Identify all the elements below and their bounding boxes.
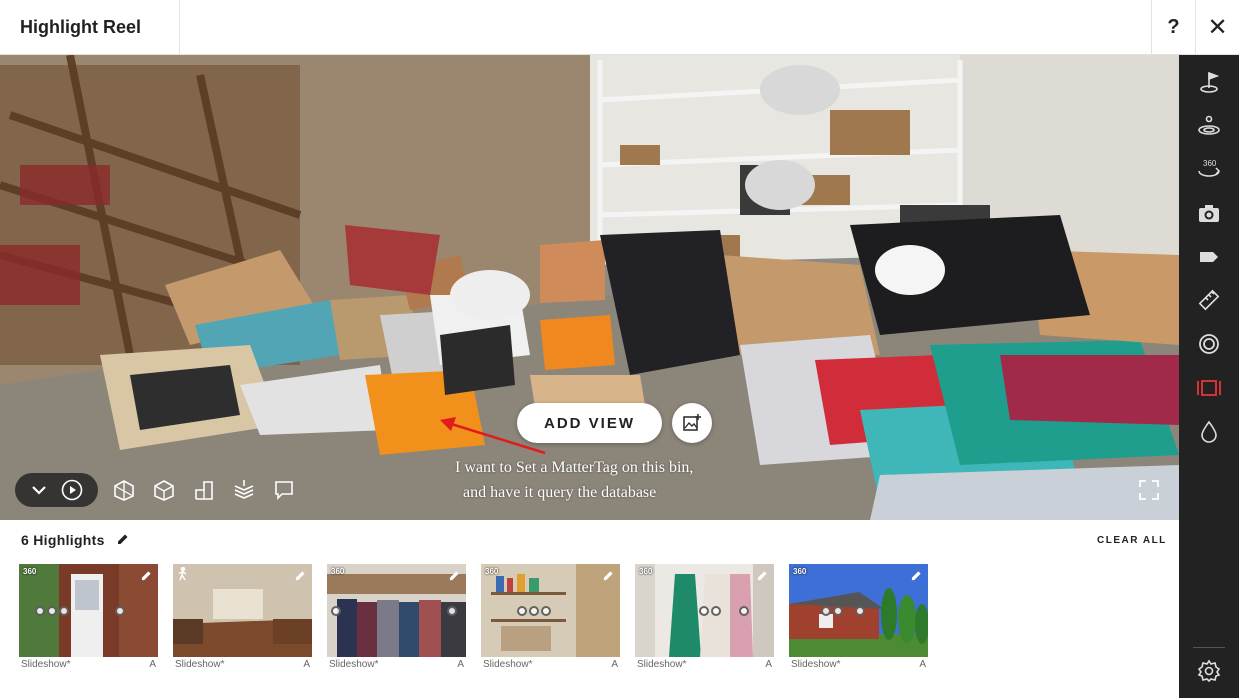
annotation-text: I want to Set a MatterTag on this bin, a… bbox=[455, 455, 755, 505]
360-badge-icon: 360 bbox=[23, 567, 37, 576]
edit-pencil-icon[interactable] bbox=[295, 568, 306, 586]
highlights-count: 6 Highlights bbox=[21, 532, 105, 548]
header-bar: Highlight Reel ? ✕ bbox=[0, 0, 1239, 55]
360-badge-icon: 360 bbox=[793, 567, 807, 576]
focus-icon[interactable] bbox=[1179, 323, 1239, 365]
highlight-tag: A bbox=[919, 659, 926, 670]
help-button[interactable]: ? bbox=[1151, 0, 1195, 54]
play-icon[interactable] bbox=[61, 479, 83, 501]
playback-controls bbox=[15, 473, 98, 507]
dollhouse-icon[interactable] bbox=[113, 479, 135, 501]
highlight-tag: A bbox=[149, 659, 156, 670]
toolbar-divider bbox=[1193, 647, 1225, 648]
measure-icon[interactable] bbox=[1179, 279, 1239, 321]
highlight-tag: A bbox=[457, 659, 464, 670]
highlight-item[interactable]: 360 Slideshow* A bbox=[635, 564, 774, 678]
highlight-item[interactable]: 360 Slideshow* A bbox=[789, 564, 928, 678]
page-title: Highlight Reel bbox=[0, 0, 180, 54]
comment-icon[interactable] bbox=[273, 479, 295, 501]
highlight-caption: Slideshow* bbox=[21, 659, 71, 670]
add-photo-button[interactable] bbox=[672, 403, 712, 443]
highlight-tag: A bbox=[765, 659, 772, 670]
drop-icon[interactable] bbox=[1179, 411, 1239, 453]
view-icon[interactable] bbox=[1179, 104, 1239, 146]
edit-pencil-icon[interactable] bbox=[603, 568, 614, 586]
highlight-item[interactable]: 360 Slideshow* A bbox=[19, 564, 158, 678]
edit-pencil-icon[interactable] bbox=[911, 568, 922, 586]
highlight-thumbnail bbox=[789, 564, 928, 657]
360-view-icon[interactable]: 360 bbox=[1179, 148, 1239, 190]
highlight-tag: A bbox=[303, 659, 310, 670]
edit-pencil-icon[interactable] bbox=[757, 568, 768, 586]
highlight-caption: Slideshow* bbox=[791, 659, 841, 670]
pencil-icon[interactable] bbox=[117, 532, 129, 548]
floors-icon[interactable] bbox=[233, 479, 255, 501]
360-badge-icon: 360 bbox=[485, 567, 499, 576]
360-badge-icon: 360 bbox=[639, 567, 653, 576]
highlight-thumbnail bbox=[173, 564, 312, 657]
highlight-item[interactable]: 360 Slideshow* A bbox=[327, 564, 466, 678]
3d-viewer[interactable]: ADD VIEW I want to Set a MatterTag on th… bbox=[0, 55, 1179, 520]
floorplan-icon[interactable] bbox=[193, 479, 215, 501]
highlight-caption: Slideshow* bbox=[637, 659, 687, 670]
highlight-item[interactable]: 360 Slideshow* A bbox=[481, 564, 620, 678]
highlight-caption: Slideshow* bbox=[483, 659, 533, 670]
highlight-caption: Slideshow* bbox=[329, 659, 379, 670]
settings-icon[interactable] bbox=[1179, 650, 1239, 692]
highlight-item[interactable]: Slideshow* A bbox=[173, 564, 312, 678]
edit-pencil-icon[interactable] bbox=[141, 568, 152, 586]
walk-badge-icon bbox=[177, 566, 189, 583]
highlight-caption: Slideshow* bbox=[175, 659, 225, 670]
highlight-thumbnail bbox=[635, 564, 774, 657]
add-view-button[interactable]: ADD VIEW bbox=[517, 403, 662, 443]
360-badge-icon: 360 bbox=[331, 567, 345, 576]
fullscreen-icon[interactable] bbox=[1138, 479, 1160, 506]
highlight-thumbnail bbox=[19, 564, 158, 657]
scene-image bbox=[0, 55, 1179, 520]
close-button[interactable]: ✕ bbox=[1195, 0, 1239, 54]
right-toolbar: 360 bbox=[1179, 55, 1239, 698]
mattertag-icon[interactable] bbox=[1179, 61, 1239, 103]
camera-icon[interactable] bbox=[1179, 192, 1239, 234]
chevron-down-icon[interactable] bbox=[30, 481, 48, 499]
highlights-header: 6 Highlights bbox=[21, 532, 129, 548]
tag-icon[interactable] bbox=[1179, 236, 1239, 278]
edit-pencil-icon[interactable] bbox=[449, 568, 460, 586]
svg-text:360: 360 bbox=[1203, 159, 1217, 168]
highlight-thumbnail bbox=[327, 564, 466, 657]
highlight-thumbnail bbox=[481, 564, 620, 657]
clear-all-button[interactable]: CLEAR ALL bbox=[1097, 535, 1167, 546]
annotation-line-2: and have it query the database bbox=[463, 484, 657, 501]
add-image-icon bbox=[683, 414, 701, 431]
annotation-line-1: I want to Set a MatterTag on this bin, bbox=[455, 459, 694, 476]
floorplan-3d-icon[interactable] bbox=[153, 479, 175, 501]
highlight-reel-icon[interactable] bbox=[1179, 367, 1239, 409]
highlight-tag: A bbox=[611, 659, 618, 670]
